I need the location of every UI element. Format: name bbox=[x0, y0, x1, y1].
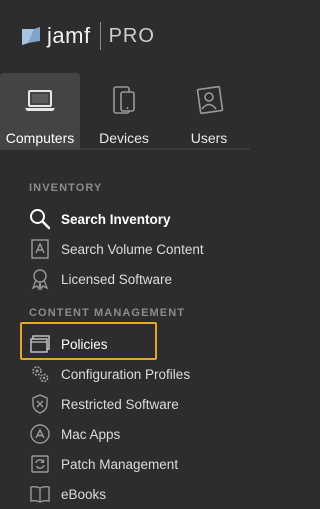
volume-content-icon bbox=[23, 234, 57, 264]
jamf-logo-icon bbox=[22, 27, 40, 45]
shield-x-icon bbox=[23, 389, 57, 419]
tab-users[interactable]: Users bbox=[168, 73, 250, 150]
nav-label: Mac Apps bbox=[61, 426, 121, 442]
tab-devices[interactable]: Devices bbox=[80, 73, 168, 150]
nav-configuration-profiles[interactable]: Configuration Profiles bbox=[20, 359, 240, 389]
nav-label: Configuration Profiles bbox=[61, 366, 191, 382]
brand-name: jamf bbox=[47, 23, 91, 48]
nav-label: eBooks bbox=[61, 486, 107, 502]
nav-search-volume-content[interactable]: Search Volume Content bbox=[20, 234, 240, 264]
app-store-icon bbox=[23, 419, 57, 449]
user-portrait-icon bbox=[193, 84, 225, 116]
nav-label: Licensed Software bbox=[61, 271, 173, 287]
book-icon bbox=[23, 479, 57, 509]
jamf-pro-logo[interactable]: jamf PRO bbox=[20, 18, 155, 54]
section-header-inventory: INVENTORY bbox=[29, 182, 103, 194]
tab-computers[interactable]: Computers bbox=[0, 73, 80, 150]
tab-label: Devices bbox=[99, 130, 149, 146]
nav-label: Restricted Software bbox=[61, 396, 179, 412]
nav-ebooks[interactable]: eBooks bbox=[20, 479, 240, 509]
tab-label: Users bbox=[190, 130, 228, 146]
nav-licensed-software[interactable]: Licensed Software bbox=[20, 264, 240, 294]
nav-restricted-software[interactable]: Restricted Software bbox=[20, 389, 240, 419]
nav-label: Search Inventory bbox=[61, 211, 171, 227]
license-ribbon-icon bbox=[23, 264, 57, 294]
nav-search-inventory[interactable]: Search Inventory bbox=[20, 204, 240, 234]
section-header-content-management: CONTENT MANAGEMENT bbox=[29, 307, 186, 319]
top-tab-nav: Computers Devices Users bbox=[0, 73, 250, 150]
mobile-device-icon bbox=[109, 84, 139, 116]
nav-patch-management[interactable]: Patch Management bbox=[20, 449, 240, 479]
tab-label: Computers bbox=[5, 130, 75, 146]
gears-icon bbox=[23, 359, 57, 389]
tab-divider bbox=[80, 148, 250, 150]
brand-product: PRO bbox=[108, 24, 155, 47]
laptop-icon bbox=[24, 84, 56, 116]
patch-refresh-icon bbox=[23, 449, 57, 479]
logo-divider bbox=[99, 22, 101, 50]
nav-label: Search Volume Content bbox=[61, 241, 204, 257]
policies-highlight bbox=[20, 322, 157, 360]
search-icon bbox=[23, 204, 57, 234]
nav-label: Patch Management bbox=[61, 456, 179, 472]
nav-mac-apps[interactable]: Mac Apps bbox=[20, 419, 240, 449]
